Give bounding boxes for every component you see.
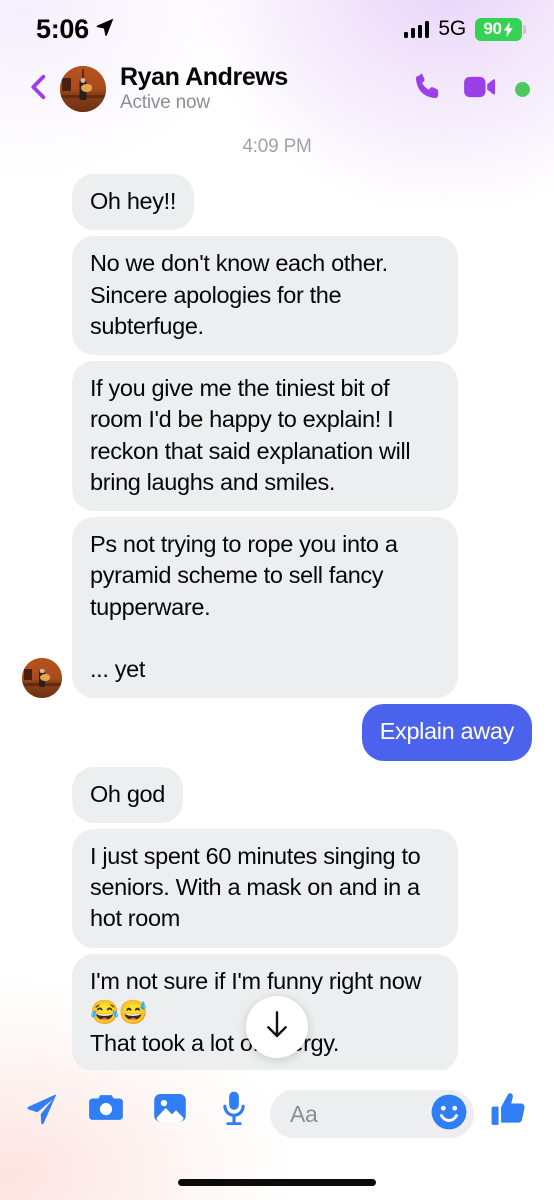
message-bubble[interactable]: Oh god: [72, 766, 183, 823]
message-row: Ps not trying to rope you into a pyramid…: [22, 517, 532, 699]
message-row: Oh god: [22, 766, 532, 823]
charging-bolt-icon: [503, 21, 513, 37]
battery-percent-label: 90: [483, 19, 502, 38]
photo-gallery-icon: [153, 1092, 187, 1129]
like-button[interactable]: [490, 1090, 532, 1133]
send-plane-icon: [25, 1091, 59, 1130]
message-row: Explain away: [22, 704, 532, 761]
video-call-button[interactable]: [463, 73, 499, 106]
composer-action-icons: [22, 1090, 254, 1130]
message-sender-avatar[interactable]: [22, 658, 62, 699]
message-list: Oh hey!! No we don't know each other. Sin…: [22, 174, 532, 1070]
chevron-left-icon: [24, 72, 54, 107]
message-row: Oh hey!!: [22, 174, 532, 231]
message-input-placeholder: Aa: [290, 1100, 318, 1127]
voice-call-button[interactable]: [411, 70, 445, 109]
message-thread[interactable]: 4:09 PM Oh hey!! No we don't know each ot…: [0, 124, 554, 1070]
voice-message-button[interactable]: [214, 1090, 254, 1130]
camera-button[interactable]: [86, 1090, 126, 1130]
battery-body: 90: [475, 17, 522, 41]
thread-timestamp: 4:09 PM: [242, 136, 312, 157]
camera-icon: [88, 1093, 124, 1128]
presence-indicator-dot: [515, 81, 530, 97]
home-indicator: [178, 1179, 376, 1186]
message-bubble[interactable]: If you give me the tiniest bit of room I…: [72, 361, 458, 511]
message-bubble[interactable]: Ps not trying to rope you into a pyramid…: [72, 517, 458, 699]
video-camera-icon: [463, 73, 499, 106]
battery-cap: [523, 24, 526, 34]
messenger-chat-screen: 5:06 5G 90 Ryan Andrews Active now 4:09 …: [0, 0, 554, 1200]
phone-icon: [411, 70, 445, 109]
battery-indicator: 90: [475, 17, 526, 41]
header-actions: [411, 70, 530, 109]
message-bubble[interactable]: Oh hey!!: [72, 174, 195, 231]
smiley-face-icon: [430, 1093, 468, 1136]
message-input-field[interactable]: Aa: [270, 1090, 474, 1138]
emoji-picker-button[interactable]: [430, 1093, 468, 1136]
status-bar-clock: 5:06: [36, 13, 89, 44]
message-bubble[interactable]: No we don't know each other. Sincere apo…: [72, 236, 458, 355]
status-bar-left: 5:06: [36, 13, 115, 44]
scroll-to-bottom-button[interactable]: [246, 996, 308, 1058]
status-bar: 5:06 5G 90: [0, 0, 554, 58]
cellular-signal-icon: [403, 20, 430, 38]
arrow-down-icon: [263, 1010, 291, 1045]
avatar-detail-panel: [62, 77, 71, 91]
thumbs-up-icon: [490, 1090, 528, 1133]
contact-info[interactable]: Ryan Andrews Active now: [120, 63, 411, 115]
microphone-icon: [221, 1091, 247, 1130]
avatar-detail-guitar: [81, 84, 92, 93]
message-row: If you give me the tiniest bit of room I…: [22, 361, 532, 511]
send-plane-button[interactable]: [22, 1090, 62, 1130]
message-bubble[interactable]: Explain away: [361, 704, 532, 761]
message-row: I just spent 60 minutes singing to senio…: [22, 828, 532, 948]
avatar-detail-head: [80, 77, 86, 83]
gallery-button[interactable]: [150, 1090, 190, 1130]
network-type-label: 5G: [438, 17, 466, 40]
chat-header: Ryan Andrews Active now: [0, 58, 554, 124]
contact-name: Ryan Andrews: [120, 62, 288, 91]
location-arrow-icon: [95, 17, 115, 42]
message-row: No we don't know each other. Sincere apo…: [22, 236, 532, 355]
message-bubble[interactable]: I just spent 60 minutes singing to senio…: [72, 828, 458, 948]
status-bar-right: 5G 90: [403, 17, 526, 41]
contact-presence-label: Active now: [120, 92, 210, 114]
contact-avatar[interactable]: [60, 66, 106, 112]
back-button[interactable]: [22, 72, 56, 106]
